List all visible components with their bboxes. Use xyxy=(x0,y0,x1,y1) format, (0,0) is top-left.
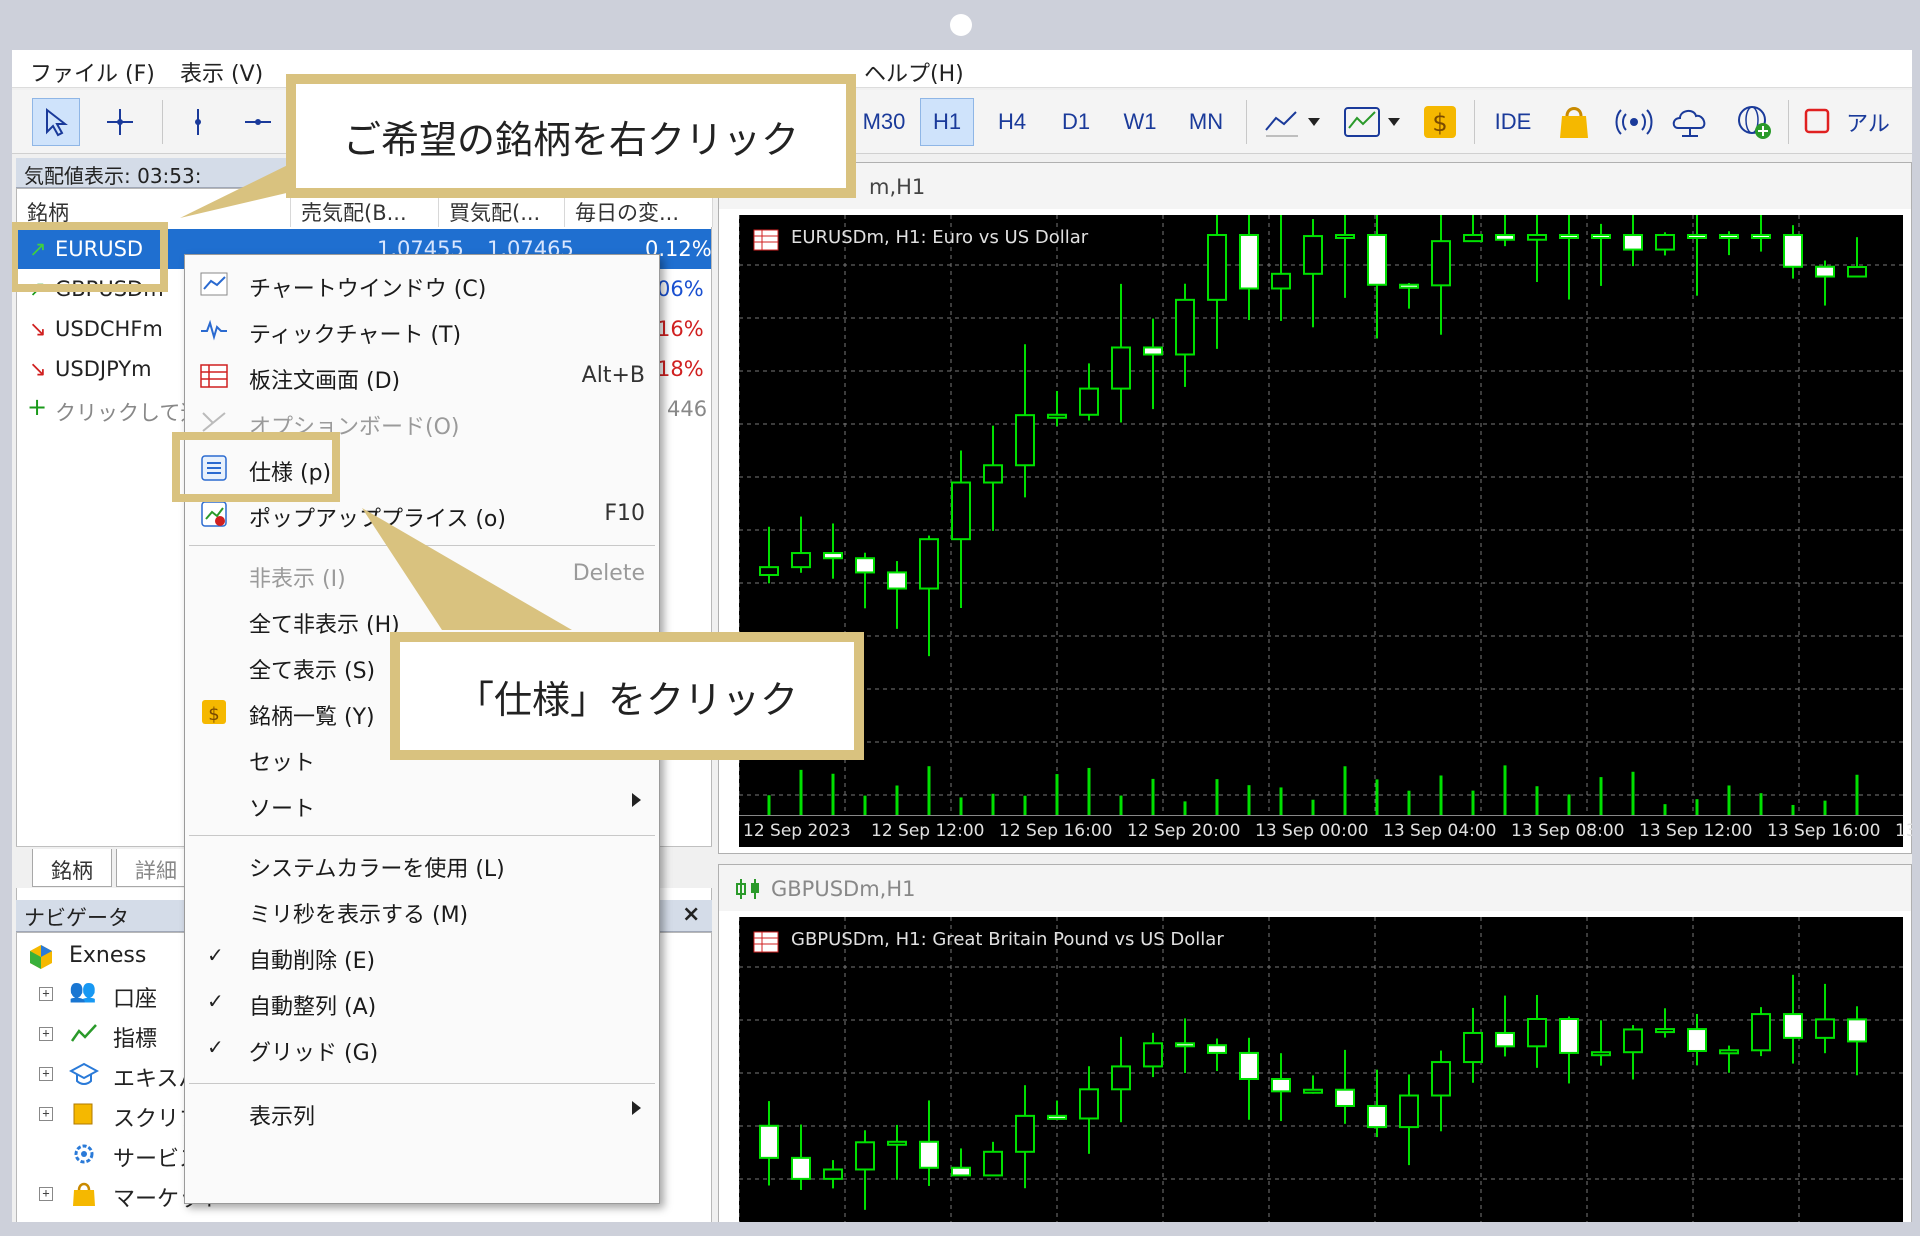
app-window: ファイル (F) 表示 (V) ヘルプ(H) M30 H1 H4 D1 W1 M… xyxy=(12,50,1912,1222)
callout-right-click: ご希望の銘柄を右クリック xyxy=(286,74,856,198)
callout-pointers xyxy=(180,158,572,630)
camera-dot xyxy=(950,14,972,36)
callout-click-spec: 「仕様」をクリック xyxy=(390,632,864,760)
